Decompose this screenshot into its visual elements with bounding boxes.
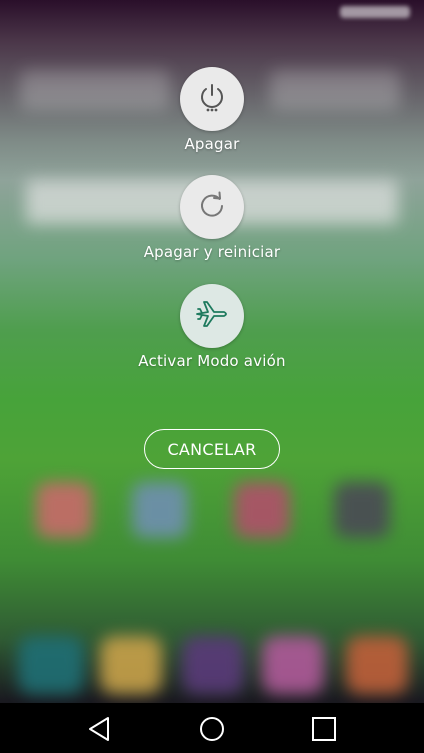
blurred-app-icon: [234, 482, 290, 538]
lockscreen-background: Apagar Apagar y reiniciar Activar Modo a…: [0, 0, 424, 753]
home-icon[interactable]: [198, 715, 226, 743]
blurred-app-icon: [36, 482, 92, 538]
power-icon: [195, 80, 229, 118]
blurred-app-icon: [334, 482, 390, 538]
blurred-dock-icon: [18, 636, 84, 694]
airplane-mode-label: Activar Modo avión: [138, 352, 286, 370]
status-bar: [0, 0, 424, 24]
cancel-button[interactable]: CANCELAR: [144, 429, 280, 469]
power-off-button[interactable]: [180, 67, 244, 131]
power-off-option[interactable]: Apagar: [0, 67, 424, 153]
restart-button[interactable]: [180, 175, 244, 239]
navigation-bar: [0, 703, 424, 753]
blurred-dock-icon: [182, 636, 244, 694]
blurred-dock-icon: [346, 636, 408, 694]
status-icons: [340, 6, 410, 18]
airplane-mode-button[interactable]: [180, 284, 244, 348]
restart-icon: [195, 188, 229, 226]
recents-icon[interactable]: [310, 715, 338, 743]
blurred-dock-icon: [262, 636, 324, 694]
restart-label: Apagar y reiniciar: [143, 243, 281, 261]
power-off-label: Apagar: [184, 135, 240, 153]
airplane-icon: [194, 296, 230, 336]
restart-option[interactable]: Apagar y reiniciar: [0, 175, 424, 261]
blurred-app-icon: [132, 482, 188, 538]
blurred-dock-icon: [100, 636, 162, 694]
back-icon[interactable]: [86, 715, 114, 743]
airplane-mode-option[interactable]: Activar Modo avión: [0, 284, 424, 370]
